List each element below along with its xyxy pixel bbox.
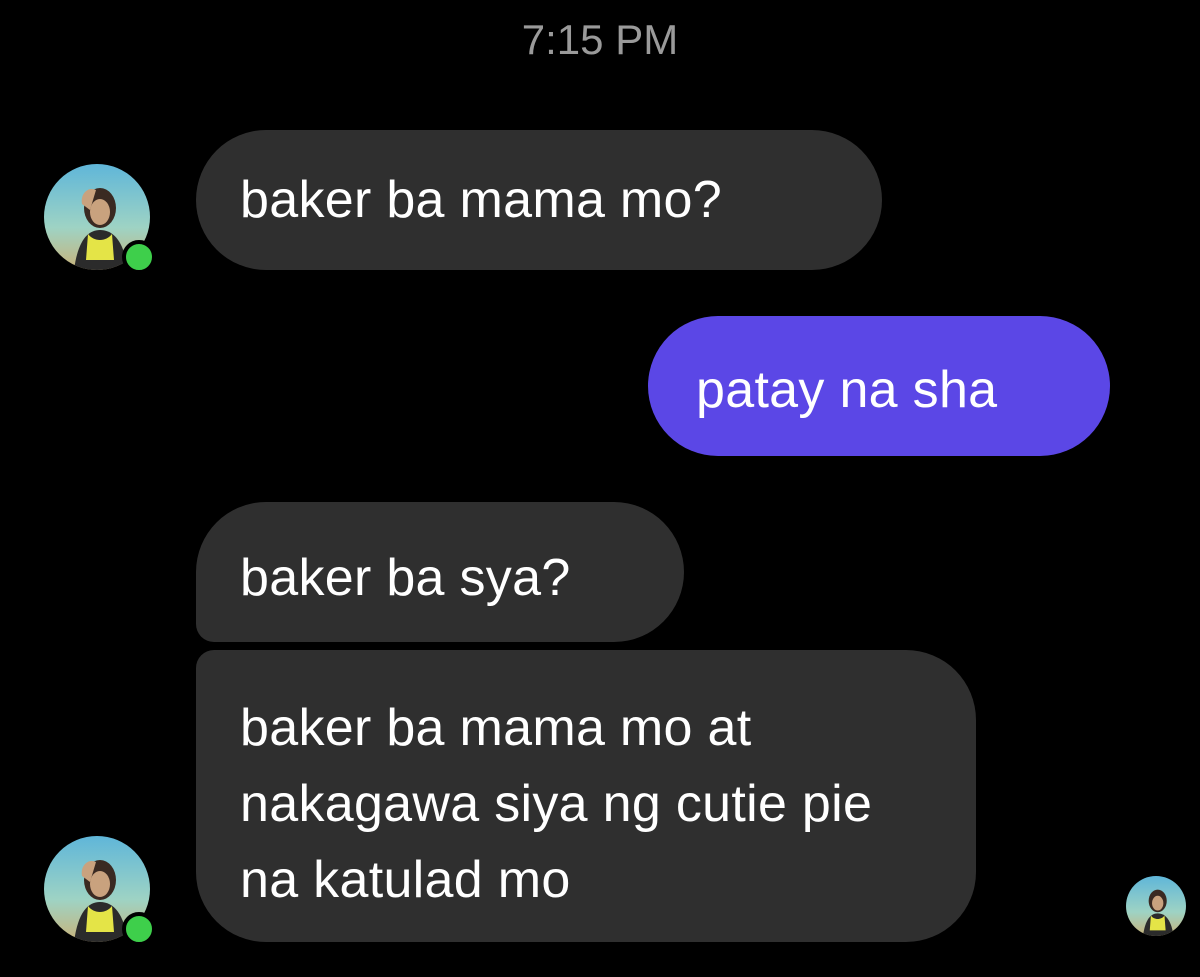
seen-avatar-icon (1126, 876, 1186, 936)
online-status-icon (122, 912, 156, 946)
message-bubble-outgoing[interactable]: patay na sha (648, 316, 1110, 456)
seen-receipt-avatar (1126, 876, 1186, 936)
contact-avatar[interactable] (44, 836, 156, 946)
online-status-icon (122, 240, 156, 274)
contact-avatar[interactable] (44, 164, 156, 274)
message-bubble-incoming[interactable]: baker ba mama mo at nakagawa siya ng cut… (196, 650, 976, 942)
message-bubble-incoming[interactable]: baker ba sya? (196, 502, 684, 642)
message-timestamp: 7:15 PM (521, 16, 679, 63)
message-bubble-incoming[interactable]: baker ba mama mo? (196, 130, 882, 270)
